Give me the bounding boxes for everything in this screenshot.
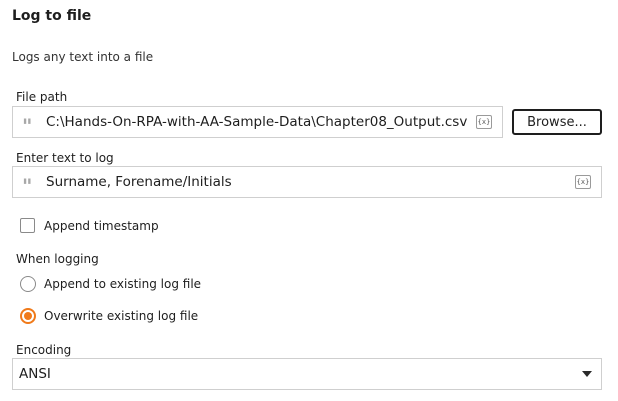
string-quote-icon: " xyxy=(22,174,32,198)
encoding-selected-value[interactable]: ANSI xyxy=(13,366,582,382)
insert-variable-icon[interactable]: {x} xyxy=(476,115,492,129)
overwrite-existing-label[interactable]: Overwrite existing log file xyxy=(44,309,198,323)
file-path-input[interactable]: " C:\Hands-On-RPA-with-AA-Sample-Data\Ch… xyxy=(12,106,503,138)
text-to-log-label: Enter text to log xyxy=(16,151,114,165)
text-to-log-input[interactable]: " Surname, Forename/Initials {x} xyxy=(12,166,602,198)
panel-title: Log to file xyxy=(12,8,92,24)
append-existing-label[interactable]: Append to existing log file xyxy=(44,277,201,291)
append-timestamp-label[interactable]: Append timestamp xyxy=(44,219,159,233)
encoding-label: Encoding xyxy=(16,343,72,357)
append-timestamp-checkbox[interactable] xyxy=(20,218,35,233)
chevron-down-icon[interactable] xyxy=(582,371,592,377)
file-path-value[interactable]: C:\Hands-On-RPA-with-AA-Sample-Data\Chap… xyxy=(46,114,476,130)
overwrite-existing-radio[interactable] xyxy=(20,308,36,324)
string-quote-icon: " xyxy=(22,114,32,138)
encoding-select[interactable]: ANSI xyxy=(12,358,602,390)
panel-description: Logs any text into a file xyxy=(12,50,154,64)
when-logging-label: When logging xyxy=(16,252,99,266)
insert-variable-icon[interactable]: {x} xyxy=(575,175,591,189)
text-to-log-value[interactable]: Surname, Forename/Initials xyxy=(46,174,575,190)
file-path-label: File path xyxy=(16,90,68,104)
browse-button[interactable]: Browse... xyxy=(512,109,602,135)
append-existing-radio[interactable] xyxy=(20,276,36,292)
